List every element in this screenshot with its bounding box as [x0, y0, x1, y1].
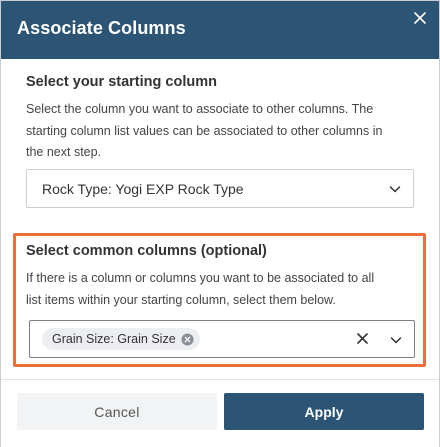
chevron-down-icon [389, 186, 401, 193]
cancel-button[interactable]: Cancel [17, 393, 217, 430]
common-columns-description-line: list items within your starting column, … [26, 292, 336, 307]
chip-label: Grain Size: Grain Size [52, 332, 176, 346]
starting-column-selected-value: Rock Type: Yogi EXP Rock Type [42, 181, 244, 197]
clear-selection-icon[interactable] [357, 333, 368, 344]
starting-column-description-line: starting column list values can be assoc… [26, 123, 383, 138]
associate-columns-dialog: Associate Columns Select your starting c… [0, 0, 440, 447]
starting-column-heading: Select your starting column [26, 74, 217, 90]
dialog-title: Associate Columns [17, 18, 186, 38]
common-columns-heading: Select common columns (optional) [26, 243, 267, 259]
common-columns-description: If there is a column or columns you want… [26, 268, 374, 311]
dialog-header: Associate Columns [1, 1, 439, 59]
dialog-footer: Cancel Apply [1, 379, 439, 447]
starting-column-description-line: the next step. [26, 145, 102, 159]
starting-column-description: Select the column you want to associate … [26, 99, 382, 164]
close-icon[interactable] [411, 9, 429, 27]
remove-chip-icon[interactable] [181, 333, 194, 346]
selected-column-chip: Grain Size: Grain Size [42, 328, 200, 350]
chevron-down-icon[interactable] [390, 335, 402, 345]
common-columns-multiselect[interactable]: Grain Size: Grain Size [29, 320, 415, 358]
common-columns-description-line: If there is a column or columns you want… [26, 271, 375, 285]
starting-column-description-line: Select the column you want to associate … [26, 102, 374, 116]
starting-column-select[interactable]: Rock Type: Yogi EXP Rock Type [26, 169, 414, 208]
apply-button[interactable]: Apply [224, 393, 424, 430]
